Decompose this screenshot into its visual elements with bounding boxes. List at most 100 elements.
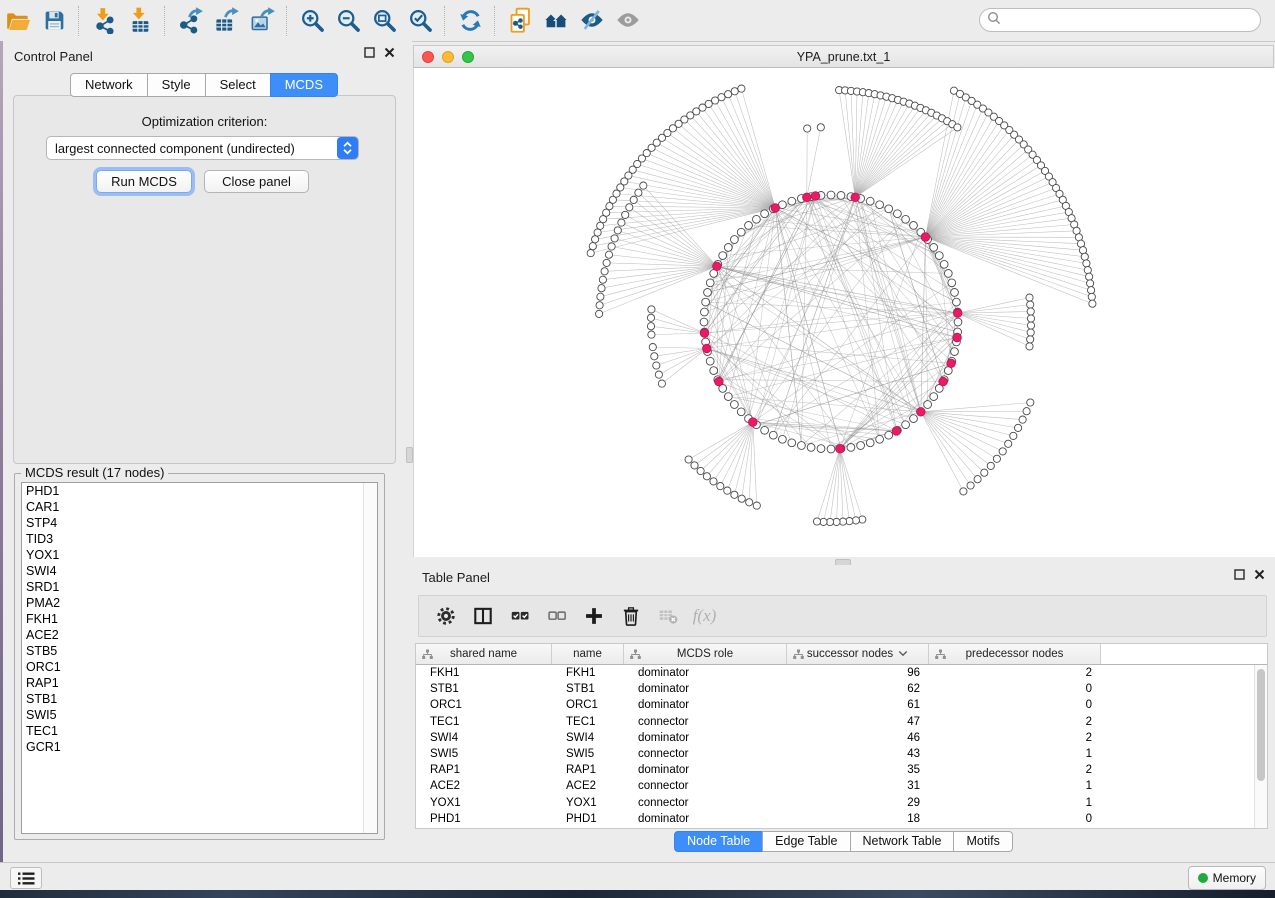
export-table-icon[interactable] bbox=[208, 5, 244, 37]
network-node[interactable] bbox=[1023, 408, 1030, 415]
network-node[interactable] bbox=[1027, 322, 1034, 329]
network-node[interactable] bbox=[894, 210, 902, 218]
network-node[interactable] bbox=[1027, 336, 1034, 343]
network-node[interactable] bbox=[605, 251, 612, 258]
memory-button[interactable]: Memory bbox=[1188, 866, 1266, 890]
import-network-icon[interactable] bbox=[86, 5, 122, 37]
add-column-icon[interactable] bbox=[575, 599, 612, 633]
mcds-result-item[interactable]: ACE2 bbox=[22, 627, 377, 643]
network-node[interactable] bbox=[813, 518, 820, 525]
mcds-result-item[interactable]: CAR1 bbox=[22, 499, 377, 515]
network-node[interactable] bbox=[611, 235, 618, 242]
network-node[interactable] bbox=[993, 455, 1000, 462]
network-node[interactable] bbox=[738, 85, 745, 92]
network-node[interactable] bbox=[1010, 432, 1017, 439]
mcds-result-item[interactable]: PMA2 bbox=[22, 595, 377, 611]
mcds-hub-node[interactable] bbox=[713, 262, 722, 271]
open-session-icon[interactable] bbox=[0, 5, 36, 37]
network-node[interactable] bbox=[930, 244, 938, 252]
first-neighbors-icon[interactable] bbox=[538, 5, 574, 37]
mcds-result-item[interactable]: STP4 bbox=[22, 515, 377, 531]
network-node[interactable] bbox=[630, 196, 637, 203]
vertical-splitter[interactable] bbox=[405, 41, 412, 862]
network-node[interactable] bbox=[731, 236, 739, 244]
network-node[interactable] bbox=[817, 124, 824, 131]
cell-predecessor-nodes[interactable]: 2 bbox=[929, 716, 1101, 728]
network-node[interactable] bbox=[1086, 273, 1093, 280]
network-node[interactable] bbox=[685, 456, 692, 463]
network-node[interactable] bbox=[649, 344, 656, 351]
network-node[interactable] bbox=[731, 491, 738, 498]
import-table-icon[interactable] bbox=[122, 5, 158, 37]
cell-successor-nodes[interactable]: 35 bbox=[787, 764, 929, 776]
network-node[interactable] bbox=[1026, 343, 1033, 350]
network-node[interactable] bbox=[697, 467, 704, 474]
mcds-hub-node[interactable] bbox=[703, 344, 712, 353]
mcds-result-item[interactable]: GCR1 bbox=[22, 739, 377, 755]
mcds-result-item[interactable]: PHD1 bbox=[22, 483, 377, 499]
network-node[interactable] bbox=[866, 197, 874, 205]
network-node[interactable] bbox=[1015, 424, 1022, 431]
column-header-successor-nodes[interactable]: successor nodes bbox=[787, 644, 929, 664]
network-window-titlebar[interactable]: YPA_prune.txt_1 bbox=[413, 45, 1274, 68]
task-history-button[interactable] bbox=[10, 867, 42, 889]
table-row[interactable]: ORC1ORC1dominator610 bbox=[416, 697, 1267, 713]
network-node[interactable] bbox=[622, 211, 629, 218]
network-node[interactable] bbox=[724, 393, 732, 401]
cell-name[interactable]: FKH1 bbox=[552, 667, 624, 679]
network-node[interactable] bbox=[648, 331, 655, 338]
network-node[interactable] bbox=[640, 182, 647, 189]
cell-MCDS-role[interactable]: dominator bbox=[624, 732, 787, 744]
cell-MCDS-role[interactable]: connector bbox=[624, 716, 787, 728]
table-row[interactable]: SWI5SWI5connector431 bbox=[416, 746, 1267, 762]
mcds-result-item[interactable]: RAP1 bbox=[22, 675, 377, 691]
tab-select[interactable]: Select bbox=[205, 73, 271, 97]
float-panel-icon[interactable] bbox=[1234, 569, 1245, 580]
optimization-select[interactable]: largest connected component (undirected) bbox=[46, 136, 359, 160]
export-image-icon[interactable] bbox=[244, 5, 280, 37]
column-header-MCDS-role[interactable]: MCDS role bbox=[624, 644, 787, 664]
network-node[interactable] bbox=[981, 469, 988, 476]
cell-name[interactable]: ACE2 bbox=[552, 780, 624, 792]
network-node[interactable] bbox=[798, 442, 806, 450]
refresh-icon[interactable] bbox=[452, 5, 488, 37]
network-node[interactable] bbox=[706, 357, 714, 365]
network-node[interactable] bbox=[837, 192, 845, 200]
network-node[interactable] bbox=[702, 298, 710, 306]
network-node[interactable] bbox=[827, 191, 835, 199]
network-node[interactable] bbox=[1027, 301, 1034, 308]
mcds-hub-node[interactable] bbox=[921, 233, 930, 242]
table-row[interactable]: TEC1TEC1connector472 bbox=[416, 714, 1267, 730]
cell-successor-nodes[interactable]: 43 bbox=[787, 748, 929, 760]
network-node[interactable] bbox=[608, 243, 615, 250]
mcds-hub-node[interactable] bbox=[953, 333, 962, 342]
table-row[interactable]: STB1STB1dominator620 bbox=[416, 681, 1267, 697]
mcds-hub-node[interactable] bbox=[953, 309, 962, 318]
cell-predecessor-nodes[interactable]: 1 bbox=[929, 748, 1101, 760]
network-node[interactable] bbox=[1027, 308, 1034, 315]
network-node[interactable] bbox=[753, 502, 760, 509]
cell-MCDS-role[interactable]: dominator bbox=[624, 683, 787, 695]
float-panel-icon[interactable] bbox=[364, 47, 375, 58]
cell-name[interactable]: PHD1 bbox=[552, 813, 624, 825]
run-mcds-button[interactable]: Run MCDS bbox=[96, 170, 192, 193]
mcds-result-item[interactable]: SWI4 bbox=[22, 563, 377, 579]
deselect-all-icon[interactable] bbox=[538, 599, 575, 633]
column-header-name[interactable]: name bbox=[552, 644, 624, 664]
cell-shared-name[interactable]: TEC1 bbox=[416, 716, 552, 728]
network-node[interactable] bbox=[658, 380, 665, 387]
network-node[interactable] bbox=[1087, 280, 1094, 287]
network-node[interactable] bbox=[1019, 416, 1026, 423]
network-node[interactable] bbox=[745, 222, 753, 230]
cell-successor-nodes[interactable]: 96 bbox=[787, 667, 929, 679]
table-row[interactable]: YOX1YOX1connector291 bbox=[416, 795, 1267, 811]
network-node[interactable] bbox=[731, 88, 738, 95]
network-node[interactable] bbox=[626, 204, 633, 211]
network-node[interactable] bbox=[761, 210, 769, 218]
cell-shared-name[interactable]: STB1 bbox=[416, 683, 552, 695]
zoom-selected-icon[interactable] bbox=[402, 5, 438, 37]
network-canvas[interactable] bbox=[413, 68, 1275, 557]
cell-shared-name[interactable]: PHD1 bbox=[416, 813, 552, 825]
network-node[interactable] bbox=[700, 318, 708, 326]
zoom-fit-icon[interactable] bbox=[366, 5, 402, 37]
